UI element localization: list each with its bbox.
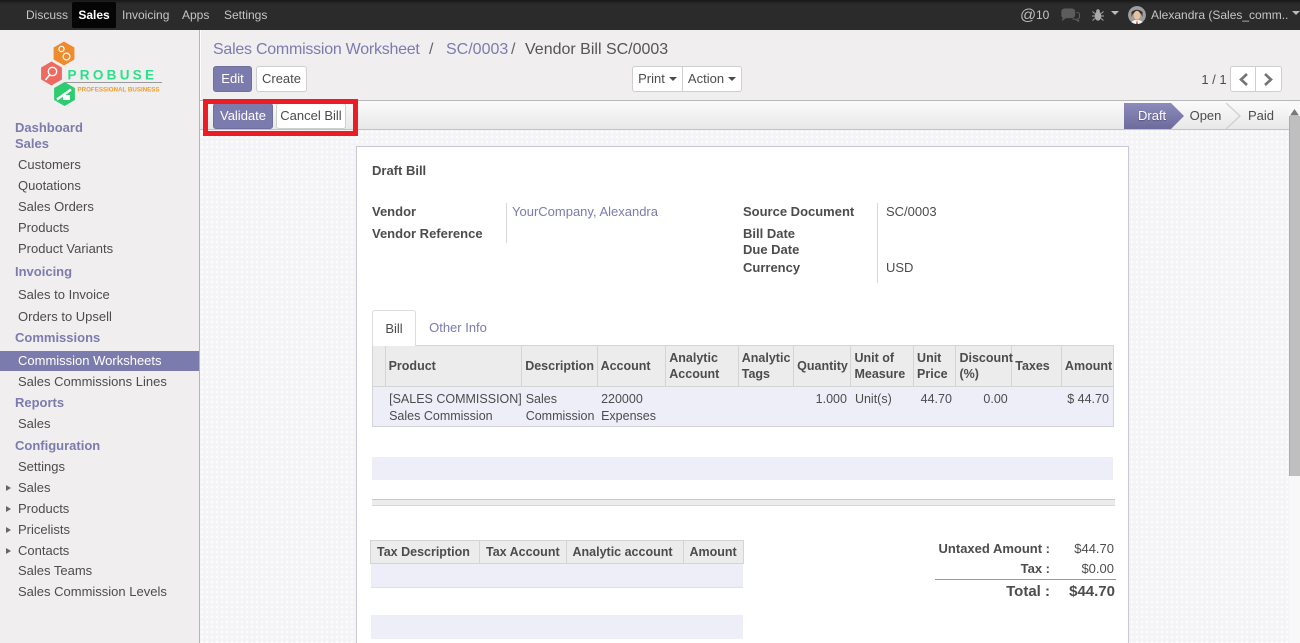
svg-text:PROFESSIONAL BUSINESS: PROFESSIONAL BUSINESS bbox=[78, 87, 160, 94]
svg-text:PROBUSE: PROBUSE bbox=[68, 68, 158, 83]
